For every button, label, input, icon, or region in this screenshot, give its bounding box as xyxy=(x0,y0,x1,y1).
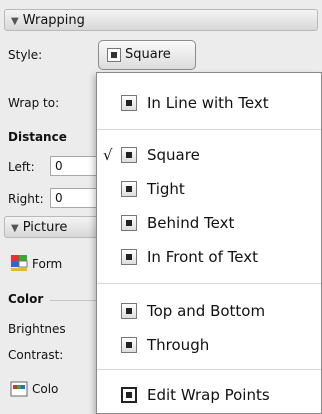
color-adjust-icon[interactable] xyxy=(10,380,28,398)
left-label: Left: xyxy=(8,160,35,174)
wrap-style-popup-button[interactable]: Square xyxy=(98,40,196,70)
brightness-label: Brightnes xyxy=(8,322,66,336)
menu-item-label: Top and Bottom xyxy=(147,302,266,320)
menu-separator xyxy=(97,129,321,130)
menu-item-square[interactable]: √ Square xyxy=(97,141,321,169)
wrapping-section-header[interactable]: ▼ Wrapping xyxy=(4,9,318,31)
top-and-bottom-wrap-icon xyxy=(121,303,137,319)
contrast-label: Contrast: xyxy=(8,348,64,362)
left-distance-value: 0 xyxy=(55,159,63,173)
wrap-style-menu: In Line with Text √ Square Tight Behind … xyxy=(96,72,322,414)
menu-separator xyxy=(97,283,321,284)
menu-item-label: Behind Text xyxy=(147,214,235,232)
menu-item-label: Tight xyxy=(147,180,185,198)
color-divider xyxy=(50,300,96,301)
menu-item-behind-text[interactable]: Behind Text xyxy=(97,209,321,237)
format-picture-label[interactable]: Form xyxy=(32,257,62,271)
menu-item-in-front-of-text[interactable]: In Front of Text xyxy=(97,243,321,271)
menu-item-in-line-with-text[interactable]: In Line with Text xyxy=(97,89,321,117)
through-wrap-icon xyxy=(121,337,137,353)
wrap-style-value: Square xyxy=(125,47,171,62)
checkmark-icon: √ xyxy=(103,146,113,164)
wrap-to-label: Wrap to: xyxy=(8,96,60,110)
behind-text-wrap-icon xyxy=(121,215,137,231)
style-label: Style: xyxy=(8,48,43,62)
menu-item-label: Square xyxy=(147,146,200,164)
in-front-of-text-wrap-icon xyxy=(121,249,137,265)
square-wrap-icon xyxy=(107,47,121,62)
menu-item-edit-wrap-points[interactable]: Edit Wrap Points xyxy=(97,381,321,409)
left-distance-field[interactable]: 0 xyxy=(50,156,98,176)
picture-header-label: Picture xyxy=(22,220,68,235)
in-line-wrap-icon xyxy=(121,95,137,111)
menu-separator xyxy=(97,369,321,370)
menu-item-label: Through xyxy=(147,336,210,354)
square-wrap-icon xyxy=(121,147,137,163)
tight-wrap-icon xyxy=(121,181,137,197)
disclosure-triangle-icon: ▼ xyxy=(11,16,19,27)
menu-item-label: In Line with Text xyxy=(147,94,269,112)
right-label: Right: xyxy=(8,192,44,206)
right-distance-value: 0 xyxy=(55,191,63,205)
menu-item-tight[interactable]: Tight xyxy=(97,175,321,203)
menu-item-through[interactable]: Through xyxy=(97,331,321,359)
color-label: Color xyxy=(8,292,44,306)
menu-item-label: In Front of Text xyxy=(147,248,258,266)
disclosure-triangle-icon: ▼ xyxy=(11,223,19,234)
format-picture-icon[interactable] xyxy=(10,254,28,272)
distance-label: Distance xyxy=(8,130,67,144)
menu-item-top-and-bottom[interactable]: Top and Bottom xyxy=(97,297,321,325)
wrapping-header-label: Wrapping xyxy=(22,13,85,28)
color-button-label[interactable]: Colo xyxy=(32,382,58,396)
menu-item-label: Edit Wrap Points xyxy=(147,386,270,404)
right-distance-field[interactable]: 0 xyxy=(50,188,98,208)
edit-wrap-points-icon xyxy=(121,387,137,403)
